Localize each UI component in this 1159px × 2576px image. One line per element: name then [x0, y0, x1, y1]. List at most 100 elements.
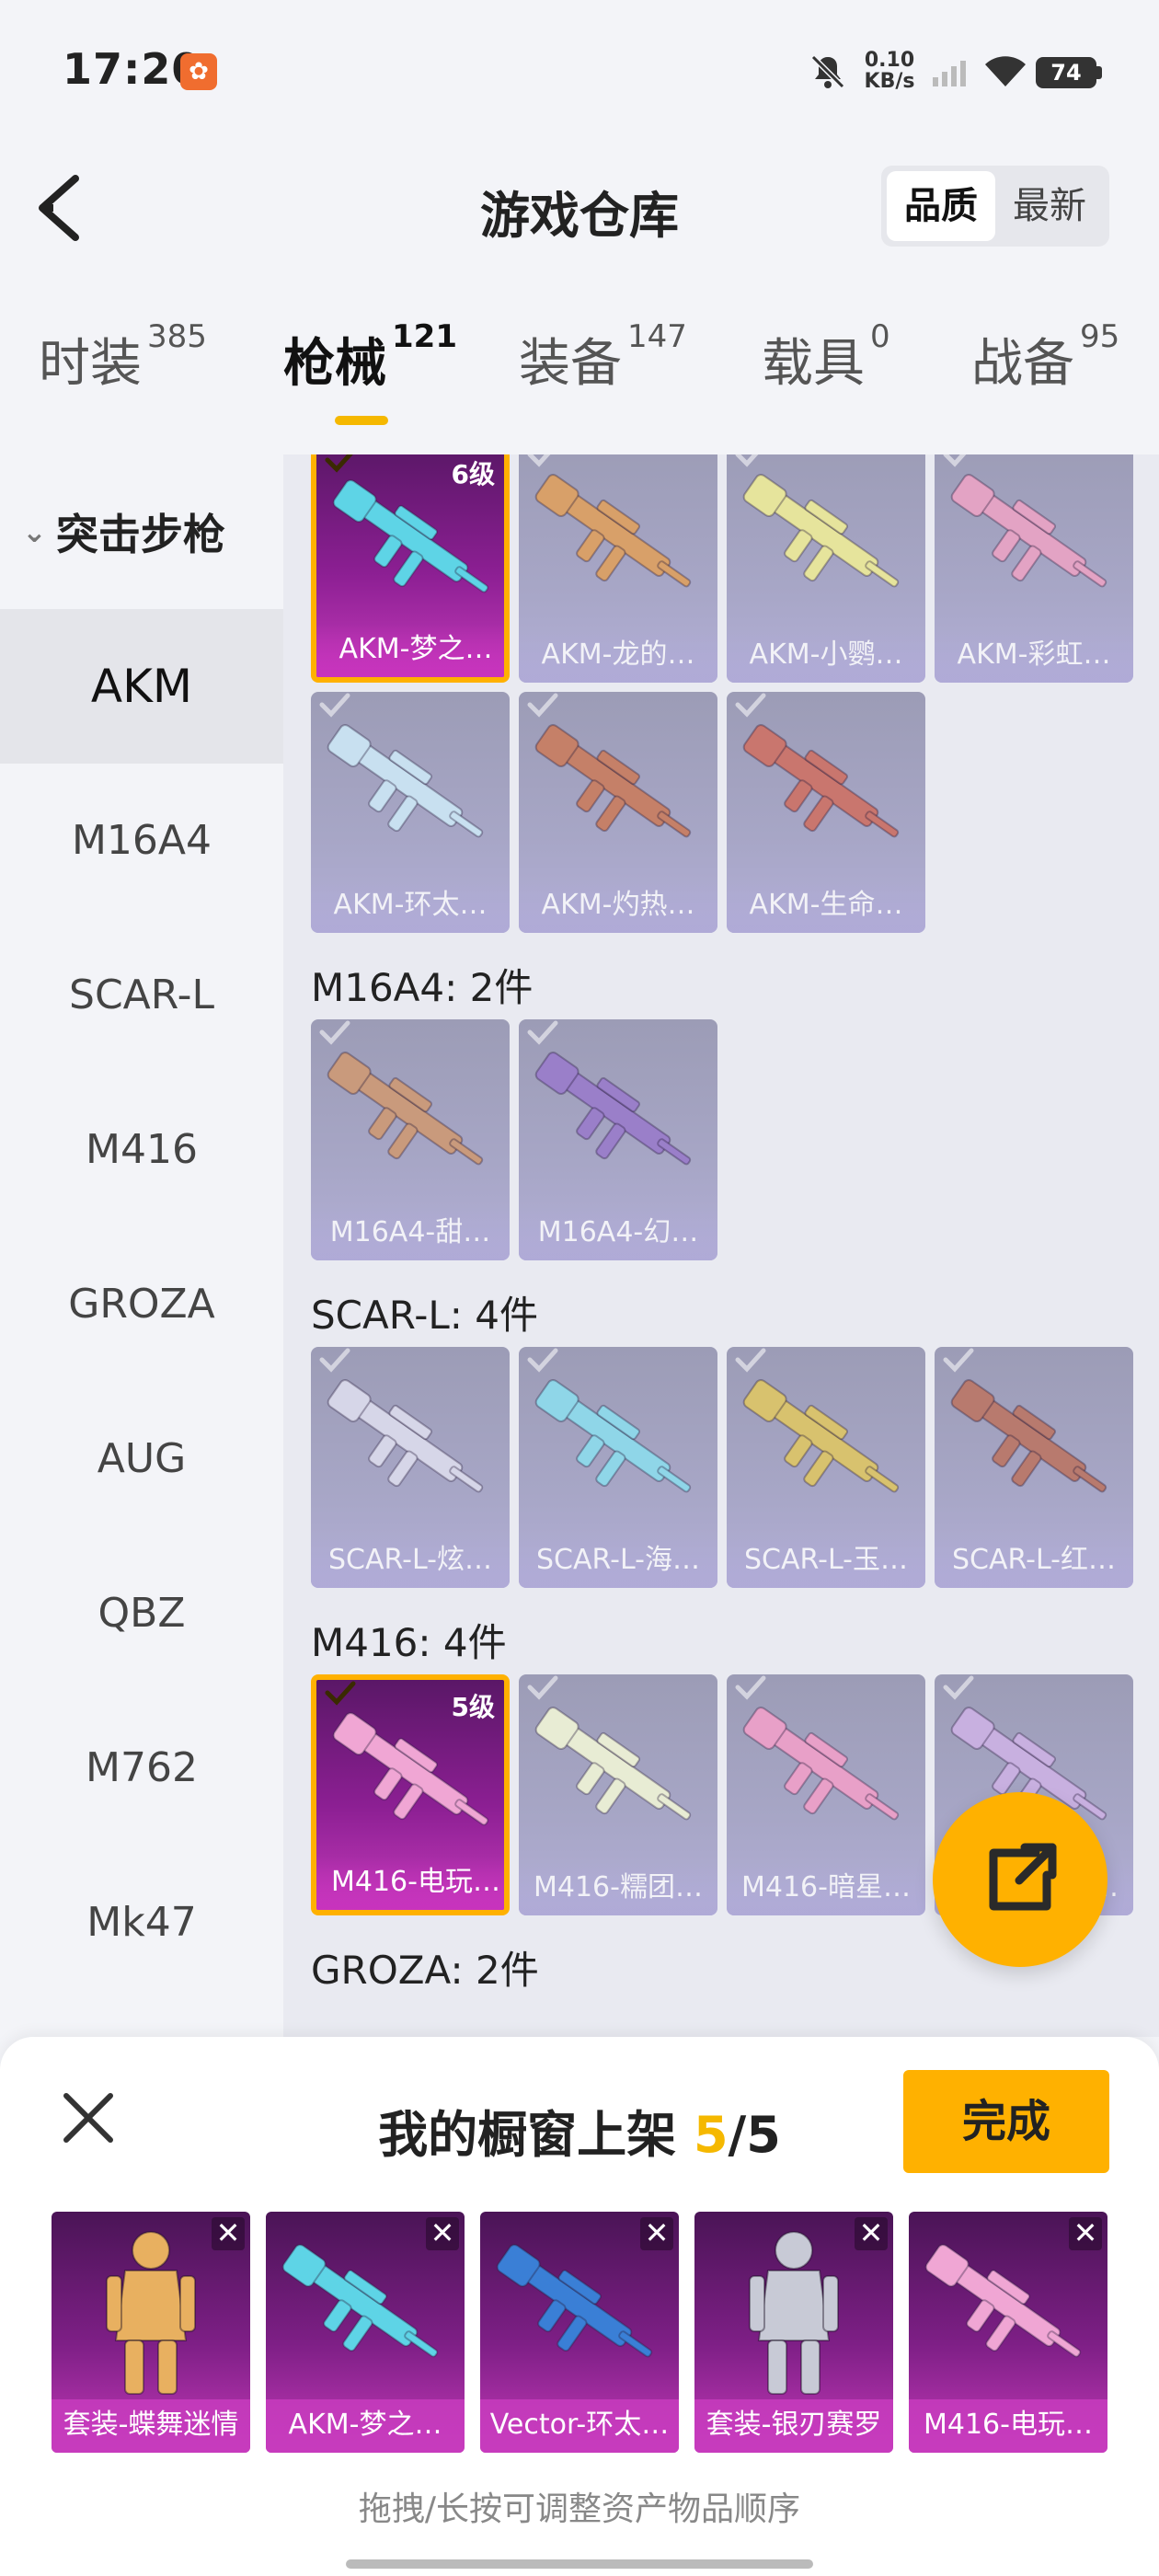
check-icon — [527, 693, 558, 718]
tab-vehicles[interactable]: 载具 0 — [762, 318, 890, 397]
section-title: M16A4: 2件 — [311, 965, 534, 1010]
showcase-item-label: M416-电玩… — [909, 2399, 1107, 2453]
tab-equipment[interactable]: 装备 147 — [519, 318, 687, 397]
weapon-card[interactable]: SCAR-L-海… — [519, 1347, 717, 1588]
check-icon — [527, 1675, 558, 1700]
weapon-card[interactable]: AKM-小鹦… — [727, 454, 925, 683]
sort-newest-button[interactable]: 最新 — [995, 171, 1104, 241]
weapon-card[interactable]: SCAR-L-玉… — [727, 1347, 925, 1588]
chevron-down-icon: ⌄ — [22, 514, 47, 549]
share-icon — [989, 1843, 1057, 1911]
check-icon — [735, 693, 766, 718]
rifle-icon — [950, 1379, 1107, 1493]
showcase-item[interactable]: ✕ AKM-梦之… — [266, 2212, 465, 2453]
tab-supplies[interactable]: 战备 95 — [971, 318, 1119, 397]
sidebar-item-scar-l[interactable]: SCAR-L — [0, 918, 283, 1073]
sidebar-item-m762[interactable]: M762 — [0, 1691, 283, 1846]
tab-fashion[interactable]: 时装 385 — [39, 318, 207, 397]
rifle-icon — [950, 474, 1107, 588]
close-icon[interactable] — [61, 2090, 116, 2145]
weapon-card[interactable]: SCAR-L-红… — [935, 1347, 1133, 1588]
check-icon — [319, 693, 350, 718]
remove-icon[interactable]: ✕ — [1069, 2217, 1102, 2250]
weapon-card[interactable]: M416-暗星… — [727, 1674, 925, 1915]
check-icon — [943, 1675, 974, 1700]
sidebar-item-mk47[interactable]: Mk47 — [0, 1846, 283, 2000]
back-button[interactable] — [33, 171, 88, 245]
check-icon — [527, 454, 551, 467]
home-indicator[interactable] — [346, 2559, 813, 2569]
weapon-card-label: AKM-梦之… — [316, 624, 504, 677]
category-tabs: 时装 385 枪械 121 装备 147 载具 0 战备 95 — [0, 318, 1159, 432]
weapon-card-label: AKM-灼热… — [519, 880, 717, 933]
check-icon — [735, 1348, 766, 1373]
showcase-item[interactable]: ✕ M416-电玩… — [909, 2212, 1107, 2453]
remove-icon[interactable]: ✕ — [426, 2217, 459, 2250]
showcase-item[interactable]: ✕ 套装-蝶舞迷情 — [52, 2212, 250, 2453]
weapon-card[interactable]: AKM-龙的… — [519, 454, 717, 683]
showcase-item-label: AKM-梦之… — [266, 2399, 465, 2453]
sidebar-item-groza[interactable]: GROZA — [0, 1227, 283, 1382]
remove-icon[interactable]: ✕ — [855, 2217, 888, 2250]
showcase-item-label: 套装-蝶舞迷情 — [52, 2399, 250, 2453]
done-button[interactable]: 完成 — [903, 2070, 1109, 2173]
sidebar-item-akm[interactable]: AKM — [0, 609, 283, 764]
sidebar-category[interactable]: ⌄ 突击步枪 — [0, 454, 283, 609]
tab-guns[interactable]: 枪械 121 — [283, 318, 457, 397]
sidebar-item-m416[interactable]: M416 — [0, 1073, 283, 1227]
sidebar-item-aug[interactable]: AUG — [0, 1382, 283, 1536]
weapon-card[interactable]: M16A4-幻… — [519, 1019, 717, 1260]
weapon-card[interactable]: AKM-生命… — [727, 692, 925, 933]
remove-icon[interactable]: ✕ — [212, 2217, 245, 2250]
sort-quality-button[interactable]: 品质 — [887, 171, 995, 241]
showcase-title: 我的橱窗上架 5/5 — [378, 2106, 781, 2164]
showcase-item[interactable]: ✕ Vector-环太… — [480, 2212, 679, 2453]
rifle-icon — [534, 1052, 692, 1166]
weapon-card[interactable]: AKM-环太… — [311, 692, 510, 933]
check-icon — [319, 1020, 350, 1045]
showcase-item[interactable]: ✕ 套装-银刃赛罗 — [694, 2212, 893, 2453]
check-icon — [735, 1675, 766, 1700]
weapon-card[interactable]: AKM-灼热… — [519, 692, 717, 933]
active-tab-indicator — [335, 416, 388, 425]
rifle-icon — [742, 474, 900, 588]
battery-tip — [1096, 66, 1102, 79]
section-title: SCAR-L: 4件 — [311, 1293, 538, 1338]
weapon-card-label: SCAR-L-炫… — [311, 1535, 510, 1588]
weapon-card-label: AKM-龙的… — [519, 629, 717, 683]
check-icon — [319, 1348, 350, 1373]
signal-icon — [933, 61, 966, 86]
check-icon — [527, 1348, 558, 1373]
share-button[interactable] — [933, 1792, 1107, 1967]
showcase-total: /5 — [728, 2106, 781, 2164]
check-icon — [325, 454, 353, 473]
rifle-icon — [327, 1379, 484, 1493]
mute-bell-icon — [810, 54, 845, 89]
weapon-card-label: M416-电玩… — [316, 1857, 504, 1910]
weapon-card-label: M416-糯团… — [519, 1862, 717, 1915]
section-title: M416: 4件 — [311, 1620, 507, 1665]
weapon-card[interactable]: M416-糯团… — [519, 1674, 717, 1915]
weapon-card-label: AKM-小鹦… — [727, 629, 925, 683]
check-icon — [527, 1020, 558, 1045]
weapon-sidebar: ⌄ 突击步枪 AKM M16A4 SCAR-L M416 GROZA AUG Q… — [0, 454, 283, 2037]
weapon-card[interactable]: SCAR-L-炫… — [311, 1347, 510, 1588]
weapon-card[interactable]: 5级 M416-电玩… — [311, 1674, 510, 1915]
net-speed: 0.10 KB/s — [864, 49, 915, 93]
sidebar-item-m16a4[interactable]: M16A4 — [0, 764, 283, 918]
check-icon — [943, 454, 967, 467]
showcase-item-label: 套装-银刃赛罗 — [694, 2399, 893, 2453]
sidebar-item-qbz[interactable]: QBZ — [0, 1536, 283, 1691]
weapon-card[interactable]: 6级 AKM-梦之… — [311, 454, 510, 683]
section-title: GROZA: 2件 — [311, 1948, 539, 1993]
check-icon — [943, 1348, 974, 1373]
wifi-icon — [985, 56, 1026, 86]
rifle-icon — [742, 1379, 900, 1493]
weapon-card[interactable]: AKM-彩虹… — [935, 454, 1133, 683]
rifle-icon — [534, 474, 692, 588]
weapon-card[interactable]: M16A4-甜… — [311, 1019, 510, 1260]
remove-icon[interactable]: ✕ — [640, 2217, 673, 2250]
rifle-icon — [742, 724, 900, 838]
rifle-icon — [742, 1707, 900, 1821]
showcase-item-label: Vector-环太… — [480, 2399, 679, 2453]
